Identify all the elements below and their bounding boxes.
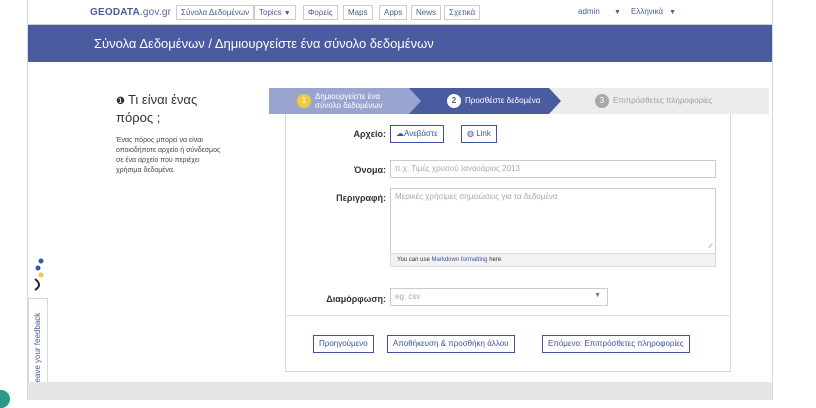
nav-news[interactable]: News — [411, 5, 442, 20]
chevron-down-icon: ▼ — [594, 292, 601, 299]
format-select[interactable]: eg. csv ▼ — [390, 288, 608, 306]
info-panel: ❶ Τι είναι ένας πόρος ; Ένας πόρος μπορεί… — [116, 92, 236, 176]
stage-progress: 1 2 3 Δημιουργείστε ένα σύνολο δεδομένων … — [269, 88, 769, 114]
feedback-label: Leave your feedback — [33, 312, 42, 387]
user-menu[interactable]: admin — [578, 7, 600, 16]
nav-topics[interactable]: Topics ▼ — [254, 5, 296, 20]
nav-agencies[interactable]: Φορείς — [303, 5, 338, 20]
name-input[interactable]: π.χ. Τιμές χρυσού Ιανουάριος 2013 — [390, 160, 716, 178]
stage-label: Δημιουργείστε ένα σύνολο δεδομένων — [315, 92, 383, 110]
footer-strip — [28, 382, 772, 400]
file-label: Αρχείο: — [353, 129, 386, 139]
feedback-tab[interactable]: Leave your feedback — [28, 298, 48, 390]
name-label: Όνομα: — [354, 165, 386, 175]
resize-handle-icon[interactable]: ⁄⁄ — [710, 243, 712, 250]
globe-icon: ◍ — [467, 129, 477, 138]
nav-maps[interactable]: Maps — [343, 5, 373, 20]
description-label: Περιγραφή: — [336, 193, 386, 203]
stage-label: Προσθέστε δεδομένα — [465, 96, 541, 105]
previous-button[interactable]: Προηγούμενο — [313, 335, 374, 353]
markdown-link[interactable]: Markdown formatting — [431, 257, 487, 263]
site-logo[interactable]: GEODATA.gov.gr — [90, 7, 171, 18]
stage-number: 1 — [297, 94, 311, 108]
resource-form: Αρχείο: ☁Ανεβάστε ◍ Link Όνομα: π.χ. Τιμ… — [285, 114, 731, 372]
description-textarea[interactable]: Μερικές χρήσιμες σημειώσεις για τα δεδομ… — [390, 188, 716, 254]
info-text: Ένας πόρος μπορεί να είναι οποιοδήποτε α… — [116, 137, 221, 174]
nav-datasets[interactable]: Σύνολα Δεδομένων — [176, 5, 255, 20]
cloud-upload-icon: ☁ — [396, 129, 404, 138]
save-add-button[interactable]: Αποθήκευση & προσθήκη άλλου — [387, 335, 515, 353]
info-title: ❶ Τι είναι ένας πόρος ; — [116, 92, 198, 125]
chevron-down-icon: ▼ — [614, 9, 621, 16]
chevron-down-icon: ▼ — [669, 9, 677, 16]
chat-bubble-icon[interactable] — [0, 390, 10, 408]
nav-about[interactable]: Σχετικά — [444, 5, 481, 20]
breadcrumb: Σύνολα Δεδομένων / Δημιουργείστε ένα σύν… — [94, 36, 434, 51]
top-navigation: GEODATA.gov.gr Σύνολα Δεδομένων Topics ▼ … — [28, 0, 772, 25]
next-button[interactable]: Επόμενο: Επιπρόσθετες πληροφορίες — [542, 335, 690, 353]
language-menu[interactable]: Ελληνικά ▼ — [631, 7, 676, 16]
chevron-down-icon: ▼ — [283, 10, 291, 17]
markdown-hint: You can use Markdown formatting here — [390, 253, 716, 267]
stage-arrow — [549, 88, 561, 114]
format-label: Διαμόρφωση: — [326, 294, 386, 304]
stage-number: 2 — [447, 94, 461, 108]
stage-arrow — [409, 88, 421, 114]
page-banner: Σύνολα Δεδομένων / Δημιουργείστε ένα σύν… — [28, 25, 772, 62]
divider — [286, 315, 730, 316]
browser-frame: GEODATA.gov.gr Σύνολα Δεδομένων Topics ▼ … — [27, 0, 773, 400]
upload-button[interactable]: ☁Ανεβάστε — [390, 125, 444, 143]
feedback-logo-icon — [34, 258, 44, 291]
link-button[interactable]: ◍ Link — [461, 125, 497, 143]
nav-apps[interactable]: Apps — [379, 5, 408, 20]
info-icon: ❶ — [116, 96, 125, 107]
stage-number: 3 — [595, 94, 609, 108]
stage-label: Επιπρόσθετες πληροφορίες — [613, 96, 713, 105]
user-menu-caret[interactable]: ▼ — [612, 7, 621, 16]
